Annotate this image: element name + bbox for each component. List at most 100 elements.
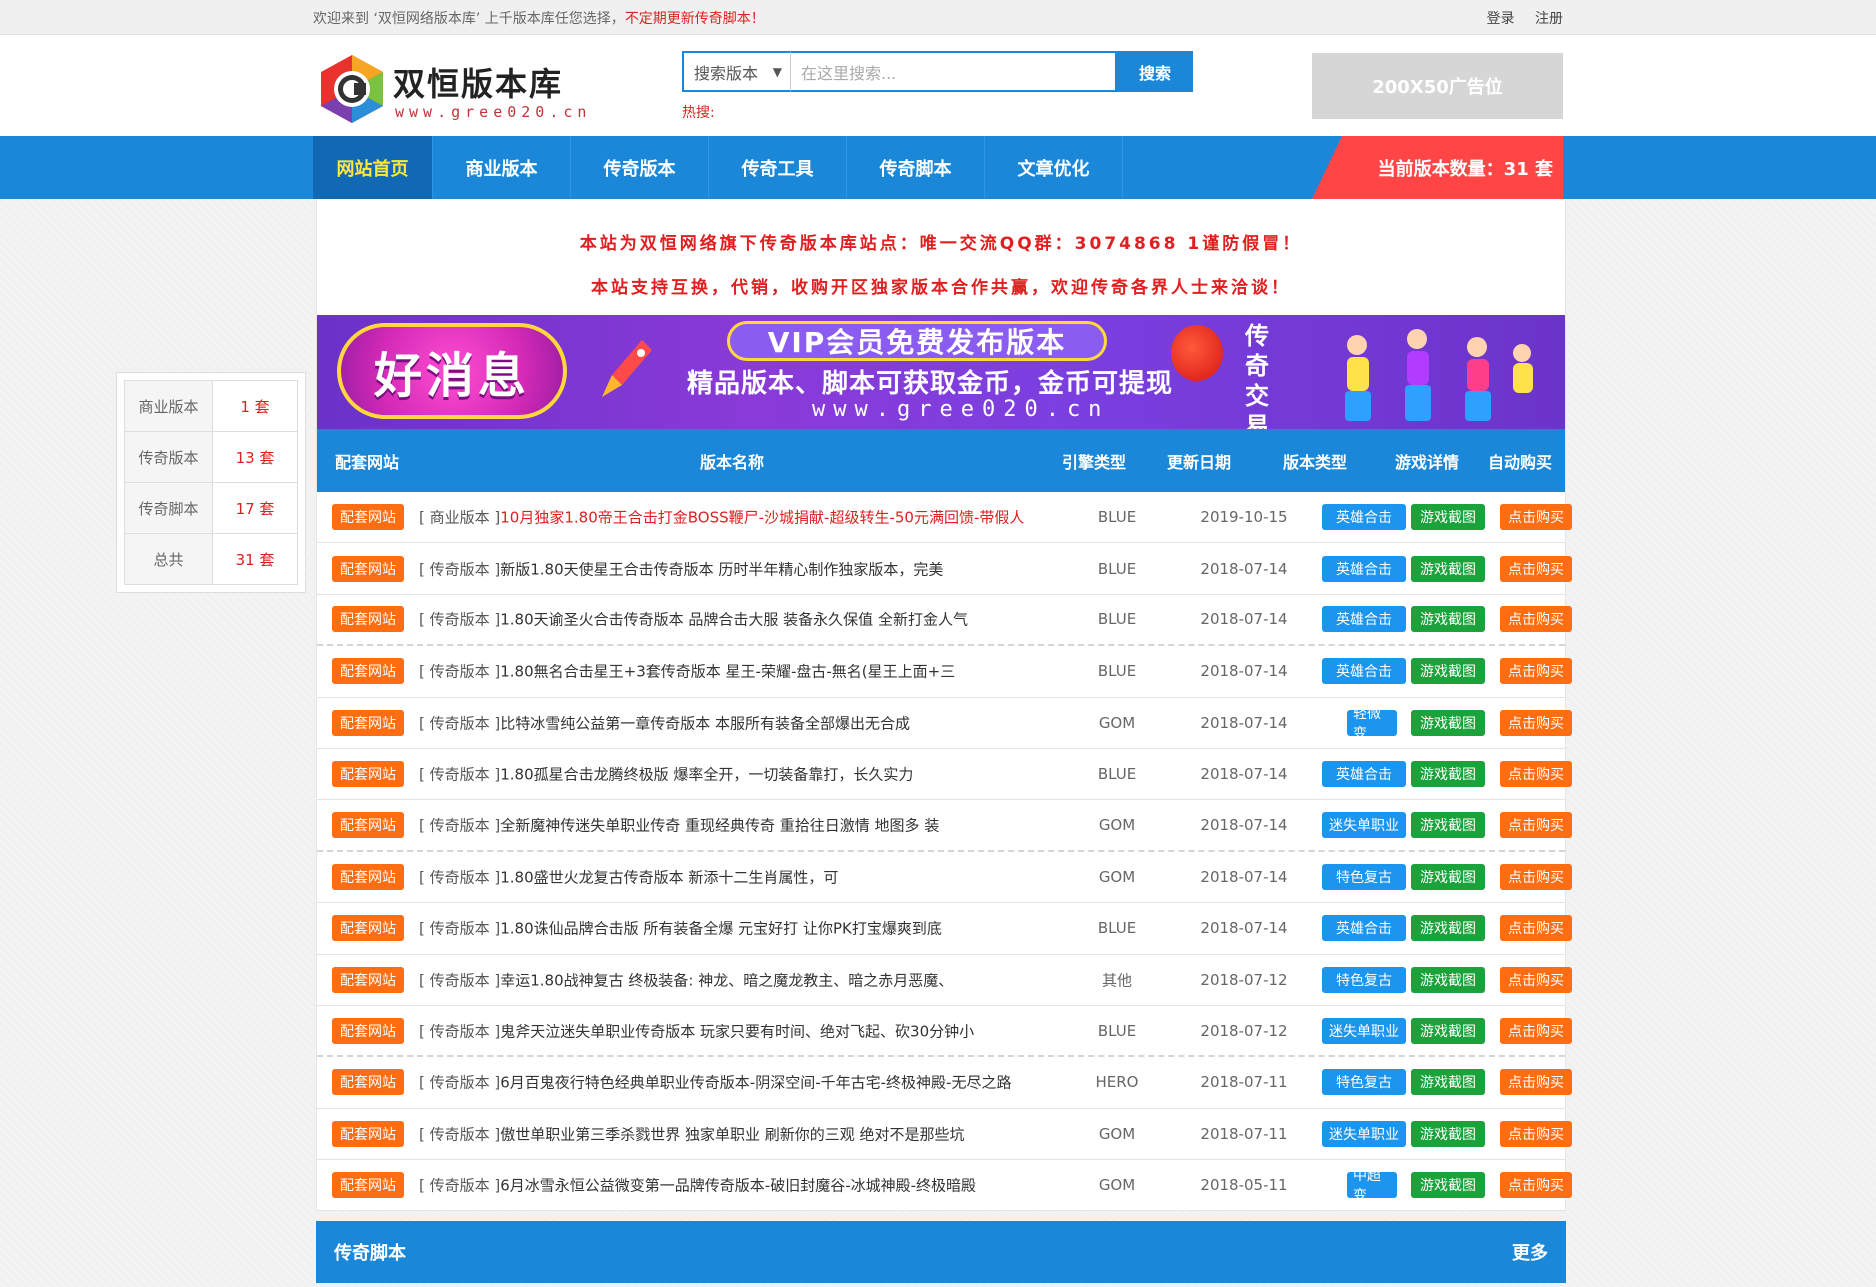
version-type-badge[interactable]: 迷失单职业 [1322,1120,1406,1147]
engine-type: BLUE [1097,662,1137,681]
engine-type: GOM [1098,1176,1136,1195]
version-type-badge[interactable]: 迷失单职业 [1322,1017,1406,1044]
buy-button[interactable]: 点击购买 [1500,863,1572,890]
version-name-link[interactable]: [ 传奇版本 ]傲世单职业第三季杀戮世界 独家单职业 刷新你的三观 绝对不是那些… [419,1123,1049,1144]
nav-item-legend-scripts[interactable]: 传奇脚本 [847,136,985,199]
ad-placeholder[interactable]: 200X50广告位 [1312,53,1563,119]
screenshot-button[interactable]: 游戏截图 [1411,812,1485,839]
screenshot-button[interactable]: 游戏截图 [1411,966,1485,993]
version-type-badge[interactable]: 英雄合击 [1322,606,1406,633]
screenshot-button[interactable]: 游戏截图 [1411,1017,1485,1044]
version-name-link[interactable]: [ 传奇版本 ]比特冰雪纯公益第一章传奇版本 本服所有装备全部爆出无合成 [419,712,1049,733]
version-name-link[interactable]: [ 传奇版本 ]全新魔神传迷失单职业传奇 重现经典传奇 重拾往日激情 地图多 装 [419,815,1049,836]
version-name: 幸运1.80战神复古 终极装备: 神龙、暗之魔龙教主、暗之赤月恶魔、 [500,971,954,990]
banner-subline: 精品版本、脚本可获取金币，金币可提现 [687,369,1174,399]
screenshot-button[interactable]: 游戏截图 [1411,1120,1485,1147]
screenshot-button[interactable]: 游戏截图 [1411,504,1485,531]
screenshot-button[interactable]: 游戏截图 [1411,915,1485,942]
version-name: 全新魔神传迷失单职业传奇 重现经典传奇 重拾往日激情 地图多 装 [500,816,940,835]
buy-button[interactable]: 点击购买 [1500,1069,1572,1096]
version-name-link[interactable]: [ 传奇版本 ]1.80孤星合击龙腾终极版 爆率全开，一切装备靠打，长久实力 [419,764,1049,785]
screenshot-button[interactable]: 游戏截图 [1411,761,1485,788]
version-name-link[interactable]: [ 传奇版本 ]幸运1.80战神复古 终极装备: 神龙、暗之魔龙教主、暗之赤月恶… [419,969,1049,990]
version-type-badge[interactable]: 英雄合击 [1322,504,1406,531]
login-link[interactable]: 登录 [1487,11,1515,27]
buy-button[interactable]: 点击购买 [1500,709,1572,736]
buy-button[interactable]: 点击购买 [1500,606,1572,633]
stats-label: 总共 [124,533,213,585]
version-name-link[interactable]: [ 传奇版本 ]6月百鬼夜行特色经典单职业传奇版本-阴深空间-千年古宅-终极神殿… [419,1072,1049,1093]
site-button[interactable]: 配套网站 [332,812,404,839]
table-row: 配套网站 [ 传奇版本 ]6月百鬼夜行特色经典单职业传奇版本-阴深空间-千年古宅… [317,1057,1572,1109]
nav-item-article-seo[interactable]: 文章优化 [985,136,1123,199]
search-button[interactable]: 搜索 [1117,51,1193,92]
version-type-badge[interactable]: 英雄合击 [1322,555,1406,582]
site-button[interactable]: 配套网站 [332,555,404,582]
version-type-badge[interactable]: 特色复古 [1322,1069,1406,1096]
nav-item-legend-version[interactable]: 传奇版本 [571,136,709,199]
site-button[interactable]: 配套网站 [332,504,404,531]
engine-type: BLUE [1097,559,1137,578]
nav-item-commercial[interactable]: 商业版本 [433,136,571,199]
buy-button[interactable]: 点击购买 [1500,555,1572,582]
version-name-link[interactable]: [ 传奇版本 ]新版1.80天使星王合击传奇版本 历时半年精心制作独家版本，完美 [419,558,1049,579]
screenshot-button[interactable]: 游戏截图 [1411,863,1485,890]
version-name-link[interactable]: [ 传奇版本 ]1.80無名合击星王+3套传奇版本 星王-荣耀-盘古-無名(星王… [419,661,1049,682]
site-button[interactable]: 配套网站 [332,761,404,788]
site-button[interactable]: 配套网站 [332,915,404,942]
table-row: 配套网站 [ 传奇版本 ]新版1.80天使星王合击传奇版本 历时半年精心制作独家… [317,543,1572,595]
version-name-link[interactable]: [ 传奇版本 ]鬼斧天泣迷失单职业传奇版本 玩家只要有时间、绝对飞起、砍30分钟… [419,1020,1049,1041]
site-button[interactable]: 配套网站 [332,1069,404,1096]
site-button[interactable]: 配套网站 [332,966,404,993]
site-logo[interactable]: 双恒版本库 www.gree020.cn [317,53,587,125]
site-button[interactable]: 配套网站 [332,1120,404,1147]
nav-item-legend-tools[interactable]: 传奇工具 [709,136,847,199]
version-name-link[interactable]: [ 传奇版本 ]1.80盛世火龙复古传奇版本 新添十二生肖属性，可 [419,866,1049,887]
screenshot-button[interactable]: 游戏截图 [1411,709,1485,736]
site-button[interactable]: 配套网站 [332,709,404,736]
buy-button[interactable]: 点击购买 [1500,1017,1572,1044]
screenshot-button[interactable]: 游戏截图 [1411,1069,1485,1096]
site-button[interactable]: 配套网站 [332,658,404,685]
screenshot-button[interactable]: 游戏截图 [1411,658,1485,685]
version-type-badge[interactable]: 英雄合击 [1322,658,1406,685]
version-type-badge[interactable]: 特色复古 [1322,966,1406,993]
nav-item-home[interactable]: 网站首页 [313,136,433,199]
screenshot-button[interactable]: 游戏截图 [1411,555,1485,582]
register-link[interactable]: 注册 [1535,11,1563,27]
site-button[interactable]: 配套网站 [332,1017,404,1044]
version-type-badge[interactable]: 中超变 [1347,1168,1397,1204]
update-date: 2018-07-14 [1200,610,1288,629]
buy-button[interactable]: 点击购买 [1500,1120,1572,1147]
buy-button[interactable]: 点击购买 [1500,966,1572,993]
buy-button[interactable]: 点击购买 [1500,812,1572,839]
buy-button[interactable]: 点击购买 [1500,1172,1572,1199]
update-date: 2018-05-11 [1200,1176,1288,1195]
version-type-badge[interactable]: 轻微变 [1347,706,1397,742]
more-link[interactable]: 更多 [1512,1239,1548,1265]
screenshot-button[interactable]: 游戏截图 [1411,1172,1485,1199]
version-name: 1.80诛仙品牌合击版 所有装备全爆 元宝好打 让你PK打宝爆爽到底 [500,919,942,938]
version-name-link[interactable]: [ 传奇版本 ]1.80诛仙品牌合击版 所有装备全爆 元宝好打 让你PK打宝爆爽… [419,918,1049,939]
promo-banner[interactable]: 好消息 VIP会员免费发布版本 精品版本、脚本可获取金币，金币可提现 www.g… [317,315,1565,429]
version-name-link[interactable]: [ 传奇版本 ]1.80天谕圣火合击传奇版本 品牌合击大服 装备永久保值 全新打… [419,609,1049,630]
update-date: 2018-07-14 [1200,919,1288,938]
version-name-link[interactable]: [ 商业版本 ]10月独家1.80帝王合击打金BOSS鞭尸-沙城捐献-超级转生-… [419,507,1049,528]
site-button[interactable]: 配套网站 [332,1172,404,1199]
version-type-badge[interactable]: 英雄合击 [1322,915,1406,942]
version-count-badge: 当前版本数量：31 套 [1312,136,1563,199]
table-row: 配套网站 [ 传奇版本 ]1.80無名合击星王+3套传奇版本 星王-荣耀-盘古-… [317,646,1572,698]
version-name-link[interactable]: [ 传奇版本 ]6月冰雪永恒公益微变第一品牌传奇版本-破旧封魔谷-冰城神殿-终极… [419,1175,1049,1196]
buy-button[interactable]: 点击购买 [1500,504,1572,531]
buy-button[interactable]: 点击购买 [1500,761,1572,788]
version-type-badge[interactable]: 特色复古 [1322,863,1406,890]
site-button[interactable]: 配套网站 [332,606,404,633]
search-type-select[interactable]: 搜索版本 ▼ [682,51,790,92]
version-type-badge[interactable]: 英雄合击 [1322,761,1406,788]
version-type-badge[interactable]: 迷失单职业 [1322,812,1406,839]
screenshot-button[interactable]: 游戏截图 [1411,606,1485,633]
site-button[interactable]: 配套网站 [332,863,404,890]
buy-button[interactable]: 点击购买 [1500,915,1572,942]
buy-button[interactable]: 点击购买 [1500,658,1572,685]
search-input[interactable]: 在这里搜索... [790,51,1117,92]
